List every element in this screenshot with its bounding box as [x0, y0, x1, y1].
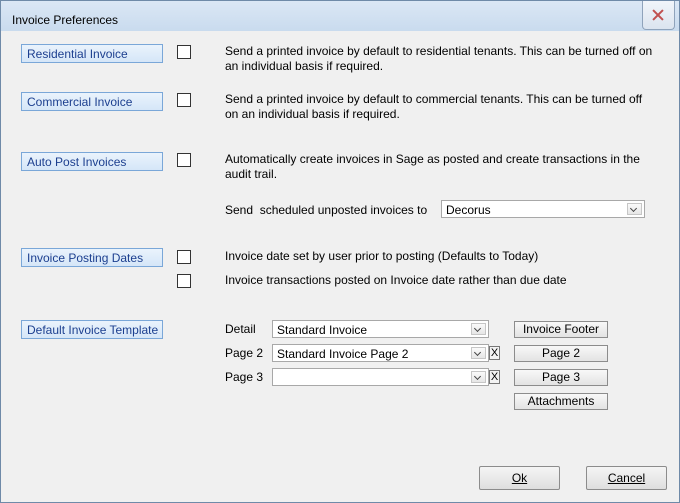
clear-page2-button[interactable]: X [489, 346, 500, 360]
page2-template-value: Standard Invoice Page 2 [277, 347, 409, 361]
page2-label: Page 2 [225, 346, 264, 360]
detail-label: Detail [225, 322, 256, 336]
clear-page3-button[interactable]: X [489, 370, 500, 384]
title-bar: Invoice Preferences [1, 1, 679, 31]
auto-post-invoices-button[interactable]: Auto Post Invoices [21, 152, 163, 171]
residential-invoice-button[interactable]: Residential Invoice [21, 44, 163, 63]
invoice-posting-dates-button[interactable]: Invoice Posting Dates [21, 248, 163, 267]
residential-invoice-checkbox[interactable] [177, 45, 191, 59]
auto-post-invoices-description: Automatically create invoices in Sage as… [225, 152, 640, 181]
auto-post-invoices-checkbox[interactable] [177, 153, 191, 167]
residential-invoice-description: Send a printed invoice by default to res… [225, 44, 653, 73]
attachments-button[interactable]: Attachments [514, 393, 608, 410]
posting-date-user-label: Invoice date set by user prior to postin… [225, 249, 539, 263]
send-unposted-select[interactable]: Decorus [441, 200, 645, 218]
commercial-invoice-checkbox[interactable] [177, 93, 191, 107]
posting-date-user-checkbox[interactable] [177, 250, 191, 264]
default-invoice-template-button[interactable]: Default Invoice Template [21, 320, 163, 339]
detail-template-select[interactable]: Standard Invoice [272, 320, 489, 338]
cancel-button-label: Cancel [607, 471, 646, 485]
ok-button-label: Ok [511, 471, 528, 485]
dialog-body: Residential Invoice Send a printed invoi… [7, 31, 673, 496]
cancel-button[interactable]: Cancel [586, 466, 667, 490]
chevron-down-icon[interactable] [627, 203, 642, 215]
detail-template-value: Standard Invoice [277, 323, 368, 337]
send-unposted-value: Decorus [446, 203, 491, 217]
send-unposted-label: Send scheduled unposted invoices to [225, 203, 428, 217]
commercial-invoice-button[interactable]: Commercial Invoice [21, 92, 163, 111]
page3-label: Page 3 [225, 370, 264, 384]
invoice-preferences-window: Invoice Preferences Residential Invoice … [0, 0, 680, 503]
posting-on-invoice-date-checkbox[interactable] [177, 274, 191, 288]
page2-template-select[interactable]: Standard Invoice Page 2 [272, 344, 489, 362]
commercial-invoice-description: Send a printed invoice by default to com… [225, 92, 643, 121]
ok-button[interactable]: Ok [479, 466, 560, 490]
page2-button[interactable]: Page 2 [514, 345, 608, 362]
posting-on-invoice-date-label: Invoice transactions posted on Invoice d… [225, 273, 567, 287]
chevron-down-icon[interactable] [471, 347, 486, 359]
page3-button[interactable]: Page 3 [514, 369, 608, 386]
page3-template-select[interactable] [272, 368, 489, 386]
close-icon[interactable] [642, 1, 675, 30]
invoice-footer-button[interactable]: Invoice Footer [514, 321, 608, 338]
window-title: Invoice Preferences [12, 13, 119, 27]
chevron-down-icon[interactable] [471, 323, 486, 335]
chevron-down-icon[interactable] [471, 371, 486, 383]
